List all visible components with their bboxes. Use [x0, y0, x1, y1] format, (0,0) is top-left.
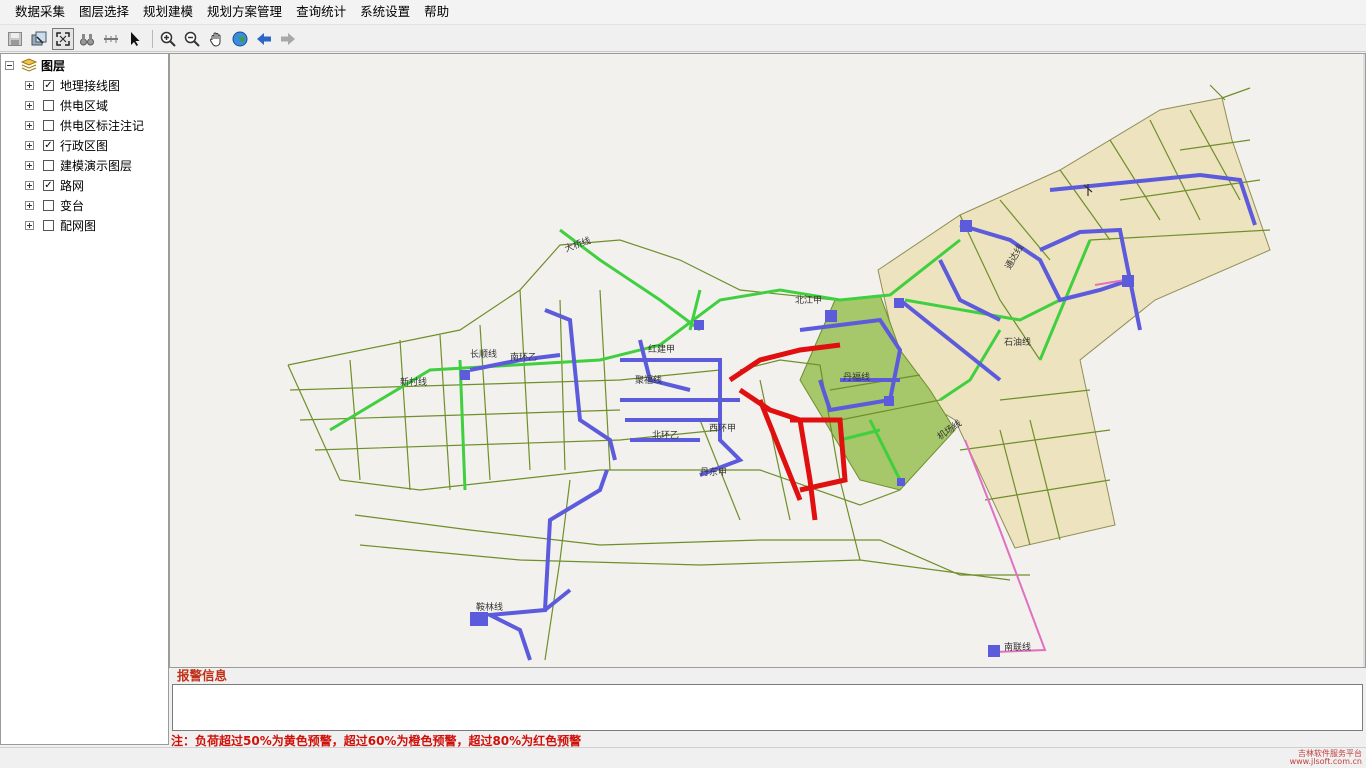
- back-button[interactable]: [253, 28, 275, 50]
- layer-label: 建模演示图层: [60, 158, 133, 173]
- layer-label: 行政区图: [60, 138, 109, 153]
- layer-checkbox[interactable]: ✓: [43, 79, 54, 91]
- expand-icon[interactable]: [25, 80, 34, 90]
- menu-help[interactable]: 帮助: [417, 1, 456, 23]
- map-label: 聚福线: [635, 374, 662, 386]
- layer-label: 变台: [60, 198, 85, 213]
- forward-button[interactable]: [277, 28, 299, 50]
- layer-item-admin-district[interactable]: ✓ 行政区图: [25, 136, 108, 154]
- pointer-icon: [131, 31, 140, 46]
- layer-item-transformer[interactable]: 变台: [25, 196, 84, 214]
- district-east-zone: [877, 97, 1271, 549]
- map-scrollbar[interactable]: [1363, 54, 1365, 667]
- zoom-in-icon: [160, 31, 176, 47]
- globe-button[interactable]: [229, 28, 251, 50]
- measure-icon: [104, 34, 118, 43]
- pan-hand-icon: [209, 32, 221, 47]
- expand-icon[interactable]: [25, 120, 34, 130]
- map-label: 南联线: [1004, 641, 1031, 653]
- toolbar: [0, 26, 1366, 52]
- expand-icon[interactable]: [25, 140, 34, 150]
- layer-tree-root-label: 图层: [41, 58, 66, 73]
- expand-icon[interactable]: [25, 100, 34, 110]
- expand-icon[interactable]: [25, 200, 34, 210]
- layer-item-distribution[interactable]: 配网图: [25, 216, 96, 234]
- layer-checkbox[interactable]: [43, 219, 54, 231]
- layer-tree-panel: 图层 ✓ 地理接线图 供电区域 供电区标注注记 ✓ 行政区图 建模演示图层 ✓ …: [0, 53, 169, 745]
- layer-checkbox[interactable]: [43, 119, 54, 131]
- watermark-line2: www.jlsoft.com.cn: [1289, 757, 1362, 766]
- expand-icon[interactable]: [25, 180, 34, 190]
- layer-item-modeling-demo[interactable]: 建模演示图层: [25, 156, 132, 174]
- zoom-out-icon: [184, 31, 200, 47]
- select-layer-icon: [31, 31, 47, 45]
- binoculars-icon: [80, 33, 94, 45]
- map-label: 丹东甲: [700, 466, 727, 478]
- find-button[interactable]: [76, 28, 98, 50]
- layers-icon: [20, 58, 38, 72]
- layer-tree-root[interactable]: 图层: [5, 56, 65, 74]
- menu-query-stats[interactable]: 查询统计: [289, 1, 353, 23]
- layer-label: 供电区标注注记: [60, 118, 145, 133]
- menu-data-collection[interactable]: 数据采集: [8, 1, 72, 23]
- alarm-info-title: 报警信息: [177, 668, 228, 683]
- status-bar: 吉林软件服务平台 www.jlsoft.com.cn: [0, 747, 1366, 768]
- map-label: 北环乙: [652, 430, 679, 441]
- zoom-out-button[interactable]: [181, 28, 203, 50]
- layer-item-road-network[interactable]: ✓ 路网: [25, 176, 84, 194]
- layer-label: 地理接线图: [60, 78, 121, 93]
- map-label: 石油线: [1004, 336, 1031, 348]
- map-label: 北江甲: [795, 295, 822, 306]
- menu-plan-management[interactable]: 规划方案管理: [200, 1, 289, 23]
- expand-icon[interactable]: [25, 160, 34, 170]
- layer-checkbox[interactable]: [43, 199, 54, 211]
- map-label: 新村线: [400, 376, 427, 388]
- alarm-info-box[interactable]: [172, 684, 1363, 731]
- layer-checkbox[interactable]: ✓: [43, 179, 54, 191]
- measure-button[interactable]: [100, 28, 122, 50]
- layer-item-geo-wiring[interactable]: ✓ 地理接线图: [25, 76, 120, 94]
- watermark-logo: 吉林软件服务平台 www.jlsoft.com.cn: [1290, 750, 1362, 766]
- map-label: 南环乙: [510, 351, 537, 363]
- map-label: 西环甲: [709, 423, 736, 434]
- forward-arrow-icon: [281, 32, 295, 45]
- layer-label: 路网: [60, 178, 85, 193]
- layer-label: 配网图: [60, 218, 97, 233]
- layer-item-supply-area[interactable]: 供电区域: [25, 96, 108, 114]
- full-extent-button[interactable]: [52, 27, 74, 50]
- pan-button[interactable]: [205, 28, 227, 50]
- back-arrow-icon: [257, 32, 271, 45]
- menu-system-settings[interactable]: 系统设置: [353, 1, 417, 23]
- save-button[interactable]: [4, 28, 26, 50]
- layer-checkbox[interactable]: ✓: [43, 139, 54, 151]
- zoom-in-button[interactable]: [157, 28, 179, 50]
- map-label: 红建甲: [648, 343, 675, 355]
- expand-icon[interactable]: [25, 220, 34, 230]
- collapse-icon[interactable]: [5, 60, 14, 70]
- menu-planning-model[interactable]: 规划建模: [136, 1, 200, 23]
- layer-label: 供电区域: [60, 98, 109, 113]
- map-label: 丹福线: [843, 371, 870, 383]
- toolbar-separator: [152, 29, 153, 48]
- save-icon: [8, 31, 22, 46]
- menu-bar: 数据采集 图层选择 规划建模 规划方案管理 查询统计 系统设置 帮助: [0, 0, 1366, 25]
- layer-checkbox[interactable]: [43, 99, 54, 111]
- map-label: 鞍林线: [476, 601, 503, 613]
- map-canvas[interactable]: 北江甲 南联线 鞍林线 红建甲 西环甲 丹东甲 聚福线 机场线 长顺线 新村线 …: [169, 53, 1366, 668]
- layer-item-supply-annotation[interactable]: 供电区标注注记: [25, 116, 144, 134]
- menu-layer-select[interactable]: 图层选择: [72, 1, 136, 23]
- globe-icon: [232, 31, 248, 46]
- network-map[interactable]: 北江甲 南联线 鞍林线 红建甲 西环甲 丹东甲 聚福线 机场线 长顺线 新村线 …: [170, 54, 1365, 667]
- full-extent-icon: [56, 31, 70, 46]
- map-label: 长顺线: [470, 348, 497, 360]
- select-layer-button[interactable]: [28, 28, 50, 50]
- pointer-button[interactable]: [124, 28, 146, 50]
- layer-checkbox[interactable]: [43, 159, 54, 171]
